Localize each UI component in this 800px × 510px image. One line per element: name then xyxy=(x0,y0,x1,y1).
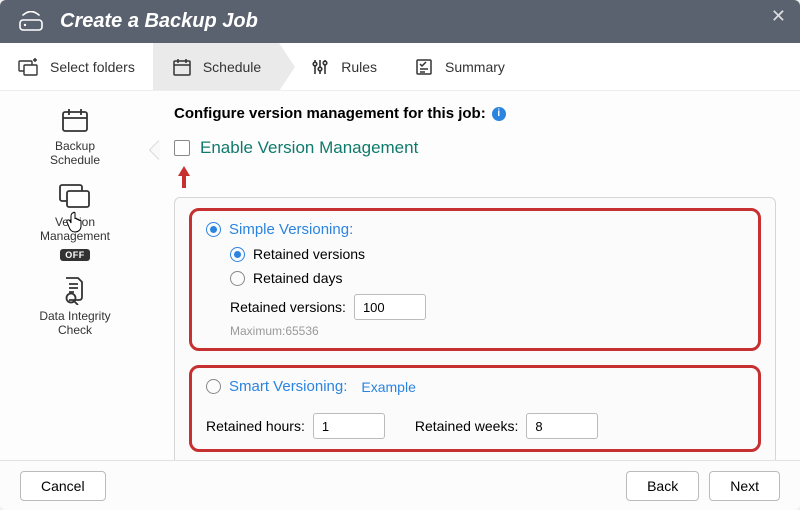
step-label: Schedule xyxy=(203,59,261,75)
radio-label: Retained versions xyxy=(253,246,365,262)
retained-versions-radio-row[interactable]: Retained versions xyxy=(230,246,744,262)
max-hint: Maximum:65536 xyxy=(230,324,744,338)
radio-smart-versioning[interactable] xyxy=(206,379,221,394)
main-heading: Configure version management for this jo… xyxy=(174,105,776,122)
simple-versioning-title: Simple Versioning: xyxy=(229,221,353,238)
calendar-icon xyxy=(58,105,92,135)
enable-version-checkbox[interactable] xyxy=(174,140,190,156)
radio-simple-versioning[interactable] xyxy=(206,222,221,237)
info-icon[interactable]: i xyxy=(492,107,506,121)
step-summary[interactable]: Summary xyxy=(395,43,523,90)
dialog-window: Create a Backup Job ✕ Select folders Sch… xyxy=(0,0,800,510)
smart-versioning-section: Smart Versioning: Example Retained hours… xyxy=(189,365,761,452)
schedule-sidebar: Backup Schedule Version Management OFF D… xyxy=(0,91,150,460)
field-label: Retained hours: xyxy=(206,418,305,434)
step-label: Rules xyxy=(341,59,377,75)
dialog-header: Create a Backup Job ✕ xyxy=(0,0,800,43)
dialog-footer: Cancel Back Next xyxy=(0,460,800,510)
back-button[interactable]: Back xyxy=(626,471,699,501)
close-button[interactable]: ✕ xyxy=(771,6,786,27)
retained-versions-field: Retained versions: xyxy=(230,294,744,320)
red-up-arrow-icon xyxy=(176,166,776,193)
sidebar-item-backup-schedule[interactable]: Backup Schedule xyxy=(8,105,142,167)
sidebar-item-version-management[interactable]: Version Management OFF xyxy=(8,181,142,261)
enable-version-label: Enable Version Management xyxy=(200,138,418,158)
sidebar-item-label: Version Management xyxy=(40,215,110,243)
enable-version-management-row: Enable Version Management xyxy=(174,138,776,158)
smart-versioning-radio-row[interactable]: Smart Versioning: Example xyxy=(206,378,744,395)
step-schedule[interactable]: Schedule xyxy=(153,43,279,90)
calendar-icon xyxy=(171,56,193,78)
dialog-body: Backup Schedule Version Management OFF D… xyxy=(0,91,800,460)
sidebar-item-label: Data Integrity Check xyxy=(39,309,110,337)
retained-versions-input[interactable] xyxy=(354,294,426,320)
retained-hours-input[interactable] xyxy=(313,413,385,439)
retained-weeks-input[interactable] xyxy=(526,413,598,439)
sidebar-item-label: Backup Schedule xyxy=(50,139,100,167)
step-select-folders[interactable]: Select folders xyxy=(0,43,153,90)
backup-drive-icon xyxy=(16,11,46,33)
wizard-step-bar: Select folders Schedule Rules Summary xyxy=(0,43,800,91)
folders-icon xyxy=(18,56,40,78)
off-badge: OFF xyxy=(60,249,90,261)
sliders-icon xyxy=(309,56,331,78)
sidebar-item-data-integrity[interactable]: Data Integrity Check xyxy=(8,275,142,337)
cancel-button[interactable]: Cancel xyxy=(20,471,106,501)
main-panel: Configure version management for this jo… xyxy=(150,91,800,460)
simple-versioning-section: Simple Versioning: Retained versions Ret… xyxy=(189,208,761,351)
document-search-icon xyxy=(58,275,92,305)
dialog-title: Create a Backup Job xyxy=(60,10,258,33)
retained-days-radio-row[interactable]: Retained days xyxy=(230,270,744,286)
retained-weeks-field: Retained weeks: xyxy=(415,413,599,439)
field-label: Retained weeks: xyxy=(415,418,519,434)
step-rules[interactable]: Rules xyxy=(279,43,395,90)
radio-label: Retained days xyxy=(253,270,343,286)
step-label: Select folders xyxy=(50,59,135,75)
retained-hours-field: Retained hours: xyxy=(206,413,385,439)
versioning-panel: Simple Versioning: Retained versions Ret… xyxy=(174,197,776,460)
heading-text: Configure version management for this jo… xyxy=(174,105,486,122)
simple-versioning-radio-row[interactable]: Simple Versioning: xyxy=(206,221,744,238)
radio-retained-days[interactable] xyxy=(230,271,245,286)
step-label: Summary xyxy=(445,59,505,75)
smart-versioning-title: Smart Versioning: xyxy=(229,378,347,395)
radio-retained-versions[interactable] xyxy=(230,247,245,262)
stacked-windows-icon xyxy=(58,181,92,211)
smart-fields-row: Retained hours: Retained weeks: xyxy=(206,407,744,439)
summary-icon xyxy=(413,56,435,78)
example-link[interactable]: Example xyxy=(361,379,415,395)
field-label: Retained versions: xyxy=(230,299,346,315)
next-button[interactable]: Next xyxy=(709,471,780,501)
